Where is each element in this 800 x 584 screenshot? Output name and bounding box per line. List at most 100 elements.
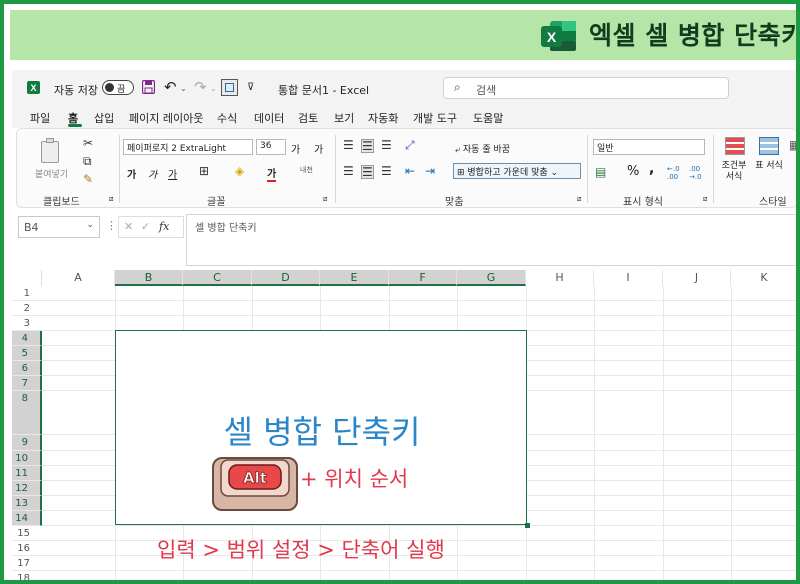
column-header[interactable]: D bbox=[252, 270, 320, 286]
insert-function-button[interactable]: fx bbox=[159, 220, 169, 233]
row-header[interactable]: 17 bbox=[12, 556, 42, 571]
customize-toolbar-icon[interactable]: ⊽ bbox=[247, 82, 254, 93]
number-launcher-icon[interactable]: ⧄ bbox=[703, 195, 707, 204]
cut-icon[interactable]: ✂ bbox=[83, 137, 93, 149]
orientation-icon[interactable]: ⤢ bbox=[405, 139, 415, 151]
paste-label[interactable]: 붙여넣기 bbox=[35, 167, 68, 180]
row-header[interactable]: 6 bbox=[12, 361, 42, 376]
paste-icon[interactable] bbox=[39, 137, 61, 163]
font-name-dropdown[interactable]: 페이퍼로지 2 ExtraLight bbox=[123, 139, 253, 155]
shrink-font-button[interactable]: 가 bbox=[314, 141, 323, 156]
format-as-table-icon[interactable] bbox=[759, 137, 779, 155]
clipboard-launcher-icon[interactable]: ⧄ bbox=[109, 195, 113, 204]
wrap-text-button[interactable]: ⤶ 자동 줄 바꿈 bbox=[455, 142, 510, 155]
tab-review[interactable]: 검토 bbox=[298, 110, 318, 126]
font-size-dropdown[interactable]: 36 bbox=[256, 139, 286, 155]
conditional-format-label[interactable]: 조건부 서식 bbox=[719, 161, 749, 183]
row-header[interactable]: 13 bbox=[12, 496, 42, 511]
row-header[interactable]: 12 bbox=[12, 481, 42, 496]
tab-insert[interactable]: 삽입 bbox=[94, 110, 114, 126]
select-all-corner[interactable] bbox=[12, 270, 42, 286]
conditional-format-icon[interactable] bbox=[725, 137, 745, 155]
redo-icon[interactable]: ↷ bbox=[194, 78, 207, 96]
column-header[interactable]: K bbox=[731, 270, 796, 286]
tab-help[interactable]: 도움말 bbox=[473, 110, 503, 126]
tab-formulas[interactable]: 수식 bbox=[217, 110, 237, 126]
row-header[interactable]: 14 bbox=[12, 511, 42, 526]
row-header[interactable]: 15 bbox=[12, 526, 42, 541]
align-right-icon[interactable]: ☰ bbox=[381, 165, 392, 177]
print-layout-icon[interactable] bbox=[221, 79, 238, 96]
fill-handle[interactable] bbox=[525, 523, 530, 528]
merge-center-button[interactable]: ⊞ 병합하고 가운데 맞춤 ⌄ bbox=[453, 163, 581, 179]
merged-cell[interactable]: 셀 병합 단축키 Alt + 위치 순서 bbox=[115, 330, 527, 525]
borders-icon[interactable]: ⊞ bbox=[199, 165, 209, 177]
column-header[interactable]: A bbox=[42, 270, 115, 286]
column-header[interactable]: J bbox=[663, 270, 731, 286]
align-bottom-icon[interactable]: ☰ bbox=[381, 139, 392, 151]
row-header[interactable]: 16 bbox=[12, 541, 42, 556]
column-header[interactable]: F bbox=[389, 270, 457, 286]
column-header[interactable]: E bbox=[320, 270, 389, 286]
format-as-table-label[interactable]: 표 서식 bbox=[755, 161, 783, 172]
row-header[interactable]: 18 bbox=[12, 571, 42, 580]
tab-automate[interactable]: 자동화 bbox=[368, 110, 398, 126]
undo-icon[interactable]: ↶ bbox=[164, 78, 177, 96]
bold-button[interactable]: 가 bbox=[127, 166, 136, 181]
name-box-dropdown-icon[interactable]: ⌄ bbox=[86, 220, 94, 230]
confirm-entry-icon[interactable]: ✓ bbox=[141, 220, 150, 233]
align-left-icon[interactable]: ☰ bbox=[343, 165, 354, 177]
tab-view[interactable]: 보기 bbox=[334, 110, 354, 126]
name-box[interactable]: B4 ⌄ bbox=[18, 216, 100, 238]
grow-font-button[interactable]: 가 bbox=[291, 141, 300, 156]
copy-icon[interactable]: ⧉ bbox=[83, 155, 92, 167]
alignment-launcher-icon[interactable]: ⧄ bbox=[577, 195, 581, 204]
row-header[interactable]: 2 bbox=[12, 301, 42, 316]
number-format-dropdown[interactable]: 일반 bbox=[593, 139, 705, 155]
formula-input[interactable]: 셀 병합 단축키 bbox=[186, 214, 796, 266]
row-header[interactable]: 10 bbox=[12, 451, 42, 466]
underline-button[interactable]: 가 bbox=[168, 166, 177, 181]
increase-indent-icon[interactable]: ⇥ bbox=[425, 165, 435, 177]
column-header[interactable]: B bbox=[115, 270, 183, 286]
cancel-entry-icon[interactable]: ✕ bbox=[124, 220, 133, 233]
row-header[interactable]: 5 bbox=[12, 346, 42, 361]
format-painter-icon[interactable]: ✎ bbox=[83, 173, 93, 185]
column-header[interactable]: H bbox=[526, 270, 594, 286]
font-launcher-icon[interactable]: ⧄ bbox=[323, 195, 327, 204]
formula-options-icon[interactable]: ⋮ bbox=[106, 219, 117, 232]
align-middle-icon[interactable]: ☰ bbox=[361, 139, 374, 153]
tab-developer[interactable]: 개발 도구 bbox=[413, 110, 457, 126]
column-header[interactable]: I bbox=[594, 270, 663, 286]
row-header[interactable]: 3 bbox=[12, 316, 42, 331]
decrease-decimal-icon[interactable]: .00 →.0 bbox=[689, 165, 702, 181]
column-header[interactable]: C bbox=[183, 270, 252, 286]
fill-color-icon[interactable]: ◈ bbox=[235, 165, 244, 177]
comma-button[interactable]: , bbox=[649, 161, 654, 177]
row-header[interactable]: 9 bbox=[12, 435, 42, 451]
column-header[interactable]: G bbox=[457, 270, 526, 286]
redo-dropdown-icon[interactable]: ⌄ bbox=[210, 84, 217, 93]
tab-page-layout[interactable]: 페이지 레이아웃 bbox=[129, 110, 203, 126]
percent-button[interactable]: % bbox=[627, 164, 639, 179]
cell-styles-icon[interactable]: ▦ bbox=[789, 139, 796, 151]
search-box[interactable]: ⌕ 검색 bbox=[443, 77, 729, 99]
decrease-indent-icon[interactable]: ⇤ bbox=[405, 165, 415, 177]
undo-dropdown-icon[interactable]: ⌄ bbox=[180, 84, 187, 93]
row-header[interactable]: 1 bbox=[12, 286, 42, 301]
align-center-icon[interactable]: ☰ bbox=[361, 165, 374, 179]
phonetic-button[interactable]: 내천 bbox=[300, 165, 313, 175]
row-header[interactable]: 7 bbox=[12, 376, 42, 391]
font-color-button[interactable]: 가 bbox=[267, 165, 277, 182]
worksheet-grid[interactable]: A B C D E F G H I J K 1 2 3 4 5 6 7 8 9 … bbox=[12, 270, 796, 580]
autosave-toggle[interactable]: 끔 bbox=[102, 80, 134, 95]
accounting-format-icon[interactable]: ▤ bbox=[595, 166, 606, 178]
tab-file[interactable]: 파일 bbox=[30, 110, 50, 126]
align-top-icon[interactable]: ☰ bbox=[343, 139, 354, 151]
save-icon[interactable] bbox=[142, 80, 155, 94]
increase-decimal-icon[interactable]: ←.0.00 bbox=[667, 165, 680, 181]
italic-button[interactable]: 가 bbox=[148, 166, 157, 181]
row-header[interactable]: 11 bbox=[12, 466, 42, 481]
row-header[interactable]: 4 bbox=[12, 331, 42, 346]
tab-data[interactable]: 데이터 bbox=[254, 110, 284, 126]
